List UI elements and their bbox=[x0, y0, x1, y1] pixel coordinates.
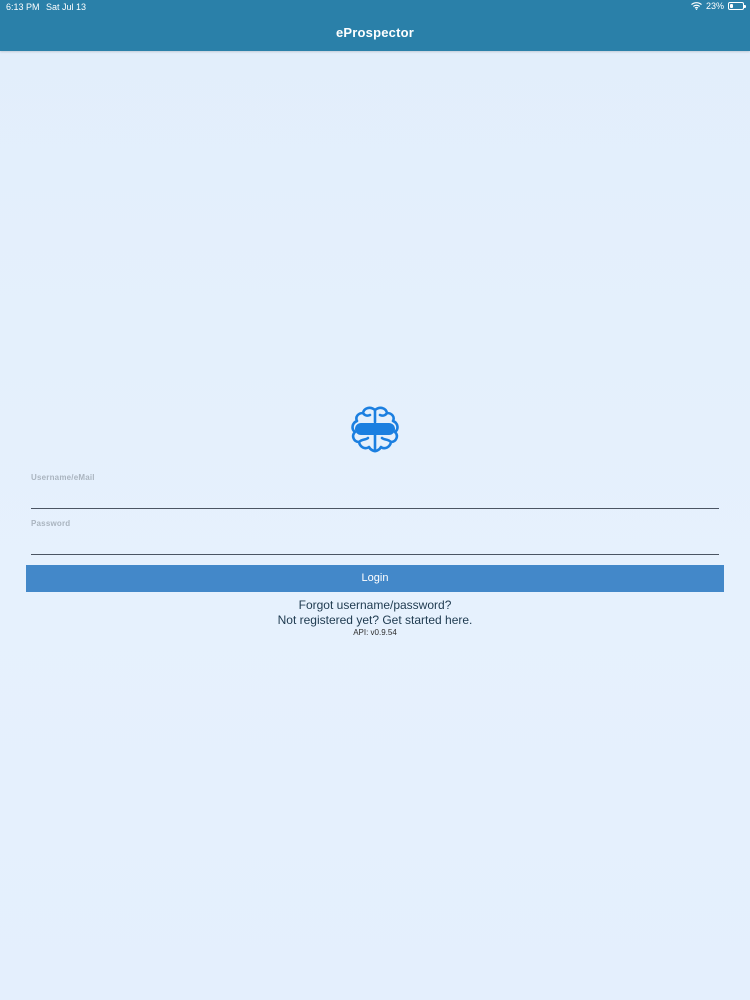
wifi-icon bbox=[691, 2, 702, 10]
battery-icon bbox=[728, 2, 746, 10]
forgot-password-link[interactable]: Forgot username/password? bbox=[0, 598, 750, 612]
status-bar: 6:13 PM Sat Jul 13 23% bbox=[0, 0, 750, 14]
status-indicators: 23% bbox=[691, 1, 746, 11]
status-date: Sat Jul 13 bbox=[46, 2, 87, 12]
brain-icon bbox=[348, 403, 402, 457]
battery-level-fill bbox=[730, 4, 733, 8]
password-input[interactable] bbox=[31, 532, 719, 555]
password-label: Password bbox=[31, 519, 71, 528]
api-version: API: v0.9.54 bbox=[353, 628, 397, 637]
status-time: 6:13 PM bbox=[6, 2, 40, 12]
username-input[interactable] bbox=[31, 486, 719, 509]
username-field: Username/eMail bbox=[31, 473, 719, 509]
app-header: 6:13 PM Sat Jul 13 23% eProspector bbox=[0, 0, 750, 51]
password-field: Password bbox=[31, 519, 719, 555]
register-link[interactable]: Not registered yet? Get started here. bbox=[0, 613, 750, 627]
battery-percent: 23% bbox=[705, 1, 724, 11]
login-button[interactable]: Login bbox=[26, 565, 724, 592]
app-title: eProspector bbox=[335, 25, 415, 40]
username-label: Username/eMail bbox=[31, 473, 95, 482]
